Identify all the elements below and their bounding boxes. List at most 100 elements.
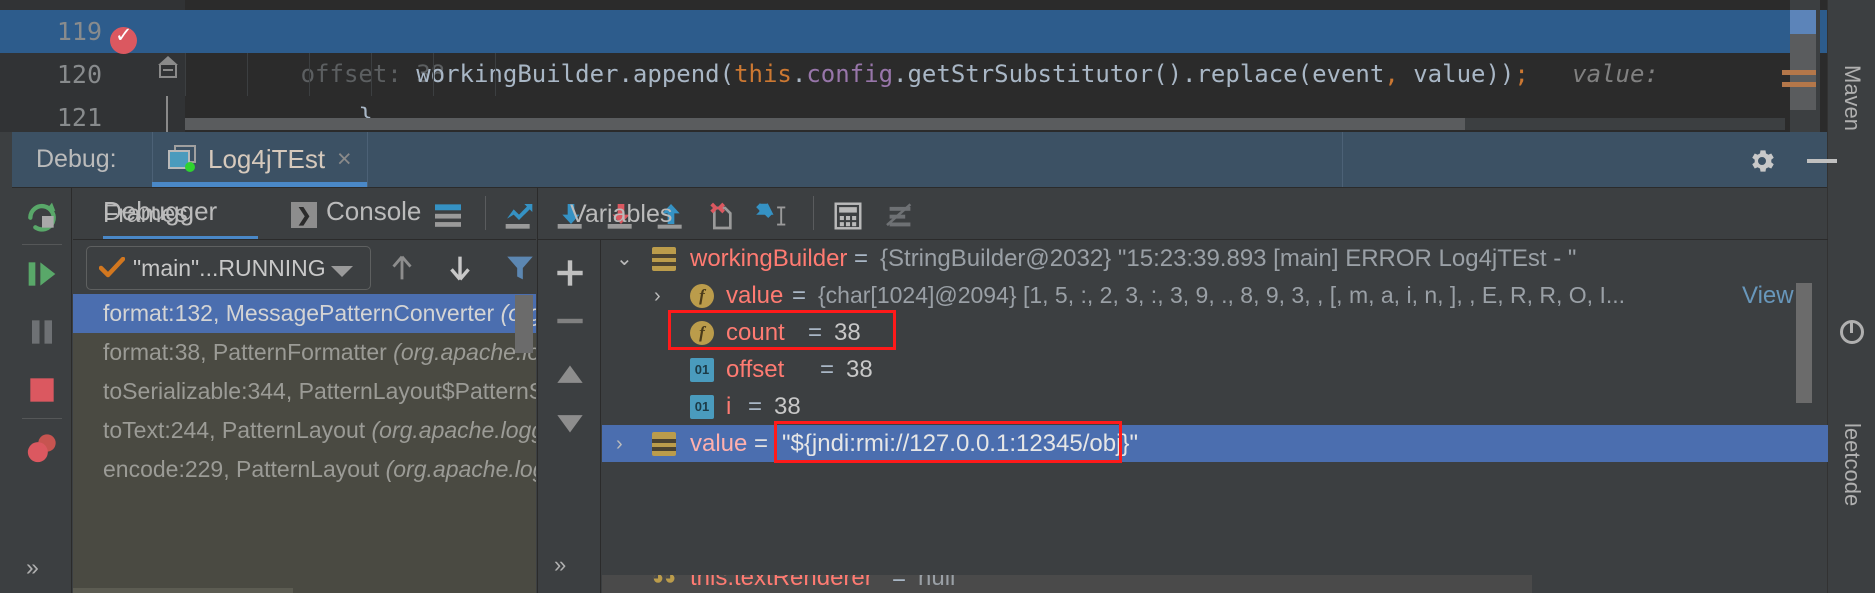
variable-eq-0: = [854,245,869,272]
variables-panel: Variables » ⌄ workingBuilder = {StringBu… [537,188,1828,593]
variable-row-value-jndi[interactable]: › value = "${jndi:rmi://127.0.0.1:12345/… [602,425,1828,462]
primitive-icon: 01 [690,395,714,419]
variable-name-i: i [726,393,732,420]
thread-label: "main"...RUNNING [133,255,326,281]
toolbar-divider-1 [22,244,62,245]
debug-label: Debug: [36,145,117,173]
variable-name-offset: offset [726,356,785,383]
line-119-content: workingBuilder.append(this.config.getStr… [185,10,1827,88]
chevron-right-icon[interactable]: › [654,286,674,306]
editor-line-118: workingBuilder.setLength(offset); offset… [0,0,1827,88]
variable-value-workingbuilder: {StringBuilder@2032} "15:23:39.893 [main… [880,245,1577,272]
editor-horizontal-scroll-thumb[interactable] [185,118,1465,130]
frames-panel: Frames "main"...RUNNING format:132, Mess… [73,188,536,593]
variable-name-count: count [726,319,785,346]
variable-row-this-textrenderer-clip[interactable]: ◕◕ this.textRenderer = null [602,575,1828,593]
thread-selector[interactable]: "main"...RUNNING [86,246,371,290]
variable-eq-6: = [892,575,907,591]
error-stripe-thumb-top[interactable] [1790,10,1816,34]
remove-watch-button[interactable] [551,302,589,340]
debug-toolwindow-body: » Debugger ❯ Console Frames "main"...RUN… [12,187,1828,593]
variable-value-chars: {char[1024]@2094} [1, 5, :, 2, 3, :, 3, … [818,282,1626,308]
gear-icon[interactable] [1747,146,1777,176]
pause-program-button[interactable] [22,312,62,352]
add-watch-button[interactable] [551,254,589,292]
variable-value-this-textrenderer: null [918,575,956,591]
resume-program-button[interactable] [22,254,62,294]
tool-tab-leetcode[interactable]: leetcode [1828,360,1875,570]
frame-method-0: format:132, MessagePatternConverter [103,300,501,326]
variable-eq-1: = [792,282,807,309]
editor-line-119[interactable]: 119 workingBuilder.append(this.config.ge… [0,10,1827,88]
chevron-right-icon[interactable]: › [616,434,636,454]
code-editor[interactable]: workingBuilder.setLength(offset); offset… [0,0,1827,132]
line-number-119: 119 [56,17,102,46]
view-link[interactable]: View [1742,277,1794,314]
object-icon [652,247,676,271]
variable-row-value-chars[interactable]: › f value = {char[1024]@2094} [1, 5, :, … [602,277,1828,314]
line-number-120: 120 [56,60,102,89]
filter-icon[interactable] [503,251,537,285]
close-icon[interactable]: × [337,145,352,174]
frames-up-button[interactable] [385,251,419,285]
frames-scrollbar[interactable] [515,295,533,353]
variables-overflow-button[interactable]: » [554,552,566,578]
frames-list[interactable]: format:132, MessagePatternConverter (org… [73,294,536,593]
thread-selector-row: "main"...RUNNING [73,241,536,293]
leetcode-icon[interactable] [1840,320,1864,344]
variable-row-this-textrenderer[interactable]: ◕◕ this.textRenderer = null [602,575,1828,593]
variables-side-toolbar: » [538,240,601,593]
variables-scrollbar[interactable] [1796,283,1812,403]
field-icon: f [690,284,714,308]
run-configuration-icon [168,145,198,172]
debug-session-name: Log4jTEst [208,144,326,174]
frame-item-4-highlight [73,588,293,593]
move-down-button[interactable] [551,404,589,442]
variable-row-count[interactable]: f count = 38 [602,314,1828,351]
stop-button[interactable] [22,370,62,410]
toolbar-divider-2 [22,418,62,419]
variable-eq-3: = [820,356,835,383]
chevron-down-icon[interactable] [331,266,353,277]
error-stripe-mark-2[interactable] [1782,82,1816,87]
variable-value-offset: 38 [846,356,873,383]
primitive-icon: 01 [690,358,714,382]
glasses-icon: ◕◕ [652,575,677,589]
variable-name-this-textrenderer: this.textRenderer [690,575,873,591]
variable-eq-2: = [808,319,823,346]
breakpoint-verified-icon[interactable] [110,23,137,54]
frame-item-1[interactable]: format:38, PatternFormatter (org.apache.… [73,333,536,372]
code-fold-marker-icon[interactable] [158,56,178,78]
variables-tree[interactable]: ⌄ workingBuilder = {StringBuilder@2032} … [602,240,1828,593]
error-stripe-mark-1[interactable] [1782,70,1816,75]
frame-item-2[interactable]: toSerializable:344, PatternLayout$Patter… [73,372,536,411]
frame-method-3: toText:244, PatternLayout [103,417,372,443]
toolbar-overflow-button[interactable]: » [26,554,39,581]
editor-line-120[interactable]: 120 } [0,53,1827,131]
frame-method-1: format:38, PatternFormatter [103,339,394,365]
move-up-button[interactable] [551,356,589,394]
frames-down-button[interactable] [443,251,477,285]
variable-name-workingbuilder: workingBuilder [690,245,848,272]
minimize-icon[interactable] [1807,159,1837,163]
variable-row-offset[interactable]: 01 offset = 38 [602,351,1828,388]
frame-item-3[interactable]: toText:244, PatternLayout (org.apache.lo… [73,411,536,450]
chevron-down-icon[interactable]: ⌄ [616,249,636,269]
line-number-121: 121 [56,103,102,132]
field-icon: f [690,321,714,345]
view-breakpoints-button[interactable] [22,428,62,468]
variable-row-i[interactable]: 01 i = 38 [602,388,1828,425]
variable-eq-5: = [754,430,769,457]
debug-session-tab[interactable]: Log4jTEst × [152,132,367,187]
variable-value-i: 38 [774,393,801,420]
header-separator-2 [367,132,368,187]
frame-item-4[interactable]: encode:229, PatternLayout (org.apache.lo… [73,450,536,489]
variable-row-workingbuilder[interactable]: ⌄ workingBuilder = {StringBuilder@2032} … [602,240,1828,277]
line-120-content: } [185,53,1827,131]
code-fold-stem-icon [166,96,168,132]
frame-item-0[interactable]: format:132, MessagePatternConverter (org… [73,294,536,333]
check-icon [98,256,126,279]
rerun-button[interactable] [22,196,62,236]
variable-value-count: 38 [834,319,861,346]
frames-title: Frames [103,200,188,228]
